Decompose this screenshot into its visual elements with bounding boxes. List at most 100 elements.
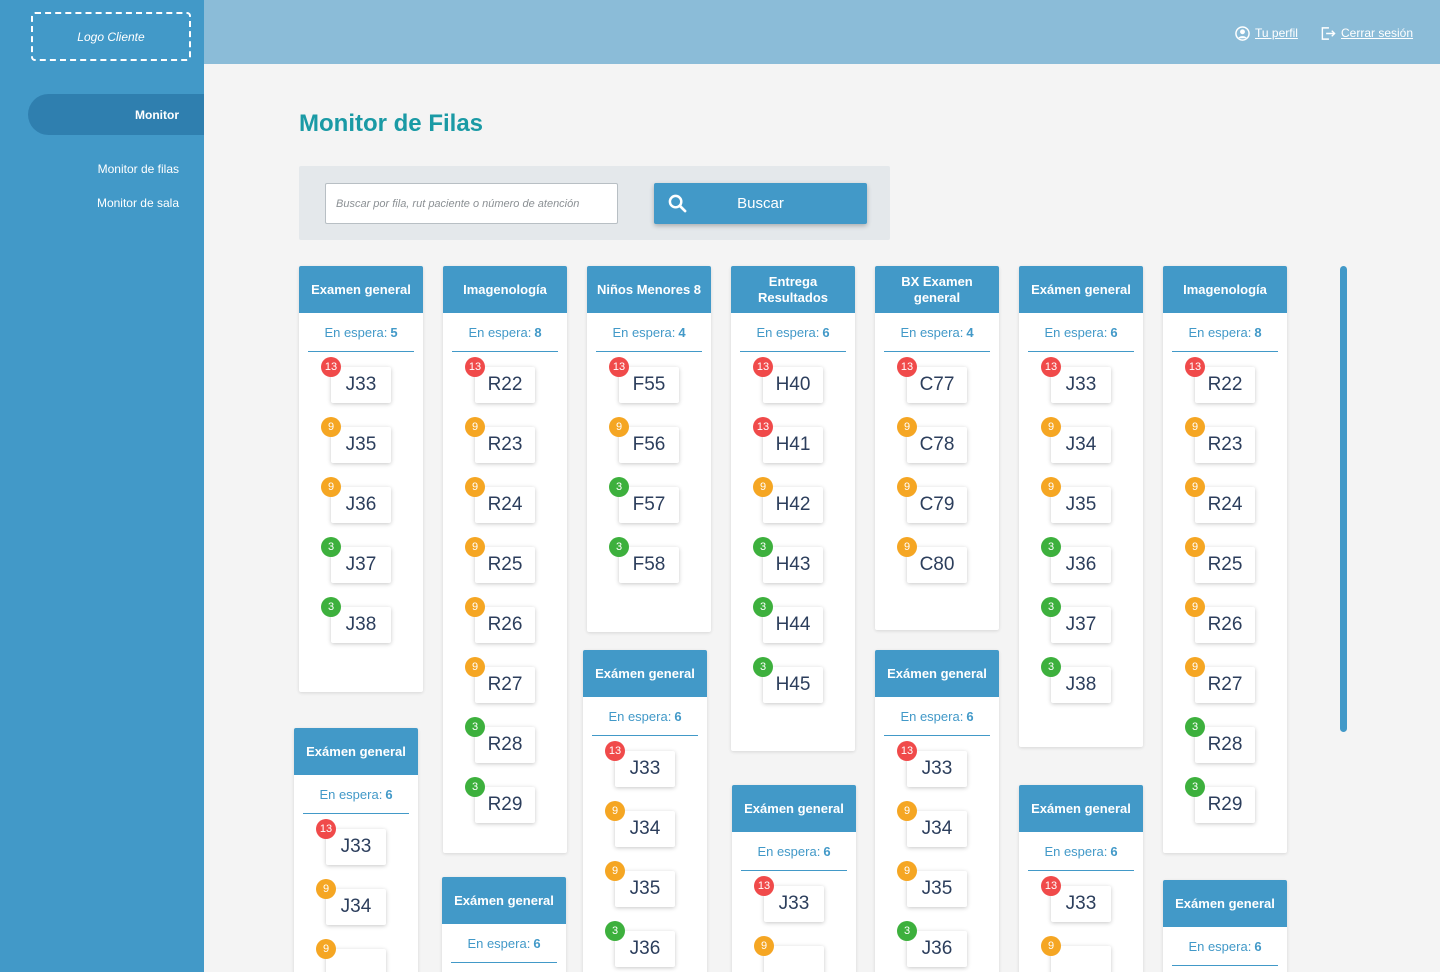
ticket[interactable]: 13 J33	[605, 741, 675, 787]
ticket[interactable]: 9 J35	[605, 861, 675, 907]
queue-title: Entrega Resultados	[731, 266, 855, 313]
ticket[interactable]: 3 F57	[609, 477, 679, 523]
ticket[interactable]: 3 F58	[609, 537, 679, 583]
priority-badge: 3	[1041, 657, 1061, 677]
search-button[interactable]: Buscar	[654, 183, 867, 224]
logout-label: Cerrar sesión	[1341, 26, 1414, 40]
ticket[interactable]: 3 H43	[753, 537, 823, 583]
ticket[interactable]: 13 J33	[321, 357, 391, 403]
queue-card: Exámen general En espera: 6 13 J33 9 J34 9 J35 3 J…	[583, 650, 707, 972]
ticket[interactable]: 9 J35	[1041, 477, 1111, 523]
ticket-code: J36	[345, 494, 377, 515]
ticket[interactable]: 3 J36	[605, 921, 675, 967]
ticket[interactable]: 3 R28	[1185, 717, 1255, 763]
queue-title: Exámen general	[442, 877, 566, 924]
ticket[interactable]: 3 J37	[321, 537, 391, 583]
logout-link[interactable]: Cerrar sesión	[1320, 25, 1413, 41]
ticket[interactable]: 9 J34	[316, 879, 386, 925]
waiting-value: 4	[678, 324, 686, 340]
ticket[interactable]: 13 J33	[754, 876, 824, 922]
ticket[interactable]: 9 J34	[897, 801, 967, 847]
ticket[interactable]: 9 R23	[1185, 417, 1255, 463]
sidebar-item-monitor-de-sala[interactable]: Monitor de sala	[97, 196, 179, 210]
ticket[interactable]: 9 R25	[1185, 537, 1255, 583]
ticket[interactable]: 3 H44	[753, 597, 823, 643]
ticket[interactable]: 9 R26	[1185, 597, 1255, 643]
ticket[interactable]: 9 J36	[321, 477, 391, 523]
waiting-count: En espera: 8	[452, 313, 558, 352]
ticket[interactable]: 13 H40	[753, 357, 823, 403]
ticket[interactable]: 3 J36	[897, 921, 967, 967]
top-bar: Tu perfil Cerrar sesión	[204, 0, 1440, 64]
profile-link[interactable]: Tu perfil	[1235, 25, 1298, 41]
ticket[interactable]: 9 R23	[465, 417, 535, 463]
ticket[interactable]: 13 J33	[897, 741, 967, 787]
ticket-code: R22	[487, 374, 523, 395]
priority-badge: 9	[1185, 597, 1205, 617]
ticket[interactable]: 9 R27	[465, 657, 535, 703]
ticket[interactable]: 3 R29	[1185, 777, 1255, 823]
ticket[interactable]: 13 H41	[753, 417, 823, 463]
ticket[interactable]: 3 R29	[465, 777, 535, 823]
ticket-list: 13 J33 9 J35 9 J36 3 J37 3 J38	[299, 352, 423, 643]
ticket[interactable]: 9 R26	[465, 597, 535, 643]
ticket[interactable]: 13 F55	[609, 357, 679, 403]
waiting-count: En espera: 6	[1028, 313, 1134, 352]
ticket[interactable]: 13 R22	[465, 357, 535, 403]
ticket[interactable]: 9	[754, 936, 824, 972]
priority-badge: 13	[1185, 357, 1205, 377]
ticket[interactable]: 13 C77	[897, 357, 967, 403]
ticket-code: R26	[1207, 614, 1243, 635]
ticket[interactable]: 9 J34	[605, 801, 675, 847]
ticket-code: J34	[629, 818, 661, 839]
ticket[interactable]: 13 J33	[1041, 876, 1111, 922]
sidebar-item-monitor[interactable]: Monitor	[28, 94, 204, 135]
ticket[interactable]: 9 R24	[465, 477, 535, 523]
ticket[interactable]: 3 J36	[1041, 537, 1111, 583]
ticket[interactable]: 9 F56	[609, 417, 679, 463]
ticket[interactable]: 9	[1041, 936, 1111, 972]
ticket[interactable]: 9 C80	[897, 537, 967, 583]
sidebar-item-monitor-de-filas[interactable]: Monitor de filas	[98, 162, 179, 176]
search-input[interactable]	[325, 183, 618, 224]
ticket-code: F58	[632, 554, 666, 575]
ticket[interactable]: 13 R22	[1185, 357, 1255, 403]
ticket-code: R29	[1207, 794, 1243, 815]
ticket[interactable]: 3 J38	[1041, 657, 1111, 703]
waiting-count: En espera: 5	[308, 313, 414, 352]
priority-badge: 9	[465, 657, 485, 677]
ticket[interactable]: 9 R27	[1185, 657, 1255, 703]
ticket[interactable]: 3 J37	[1041, 597, 1111, 643]
client-logo: Logo Cliente	[31, 12, 191, 61]
ticket[interactable]: 3 H45	[753, 657, 823, 703]
ticket-code: C78	[919, 434, 955, 455]
ticket-list: 13 J33 9 J34 9 J35 3 J36	[875, 736, 999, 967]
queue-title: Exámen general	[732, 785, 856, 832]
priority-badge: 13	[754, 876, 774, 896]
ticket[interactable]: 13 J33	[1041, 357, 1111, 403]
ticket-list: 13 C77 9 C78 9 C79 9 C80	[875, 352, 999, 583]
ticket[interactable]: 9	[316, 939, 386, 972]
ticket[interactable]: 9 C78	[897, 417, 967, 463]
ticket[interactable]: 9 C79	[897, 477, 967, 523]
ticket[interactable]: 13 J33	[316, 819, 386, 865]
queue-card: Exámen general En espera: 6 13 J33 9	[1019, 785, 1143, 972]
queue-title: Exámen general	[294, 728, 418, 775]
waiting-count: En espera: 4	[884, 313, 990, 352]
ticket-list: 13 H40 13 H41 9 H42 3 H43 3 H44 3 H45	[731, 352, 855, 703]
ticket[interactable]: 9 J35	[321, 417, 391, 463]
waiting-value: 6	[1110, 324, 1118, 340]
ticket[interactable]: 3 R28	[465, 717, 535, 763]
ticket-code: R26	[487, 614, 523, 635]
ticket[interactable]: 9 R25	[465, 537, 535, 583]
priority-badge: 13	[321, 357, 341, 377]
scrollbar-track[interactable]	[1340, 732, 1347, 952]
ticket[interactable]: 3 J38	[321, 597, 391, 643]
ticket[interactable]: 9 R24	[1185, 477, 1255, 523]
ticket[interactable]: 9 H42	[753, 477, 823, 523]
ticket[interactable]: 9 J35	[897, 861, 967, 907]
scrollbar-thumb[interactable]	[1340, 266, 1347, 732]
priority-badge: 9	[897, 861, 917, 881]
priority-badge: 3	[609, 537, 629, 557]
ticket[interactable]: 9 J34	[1041, 417, 1111, 463]
